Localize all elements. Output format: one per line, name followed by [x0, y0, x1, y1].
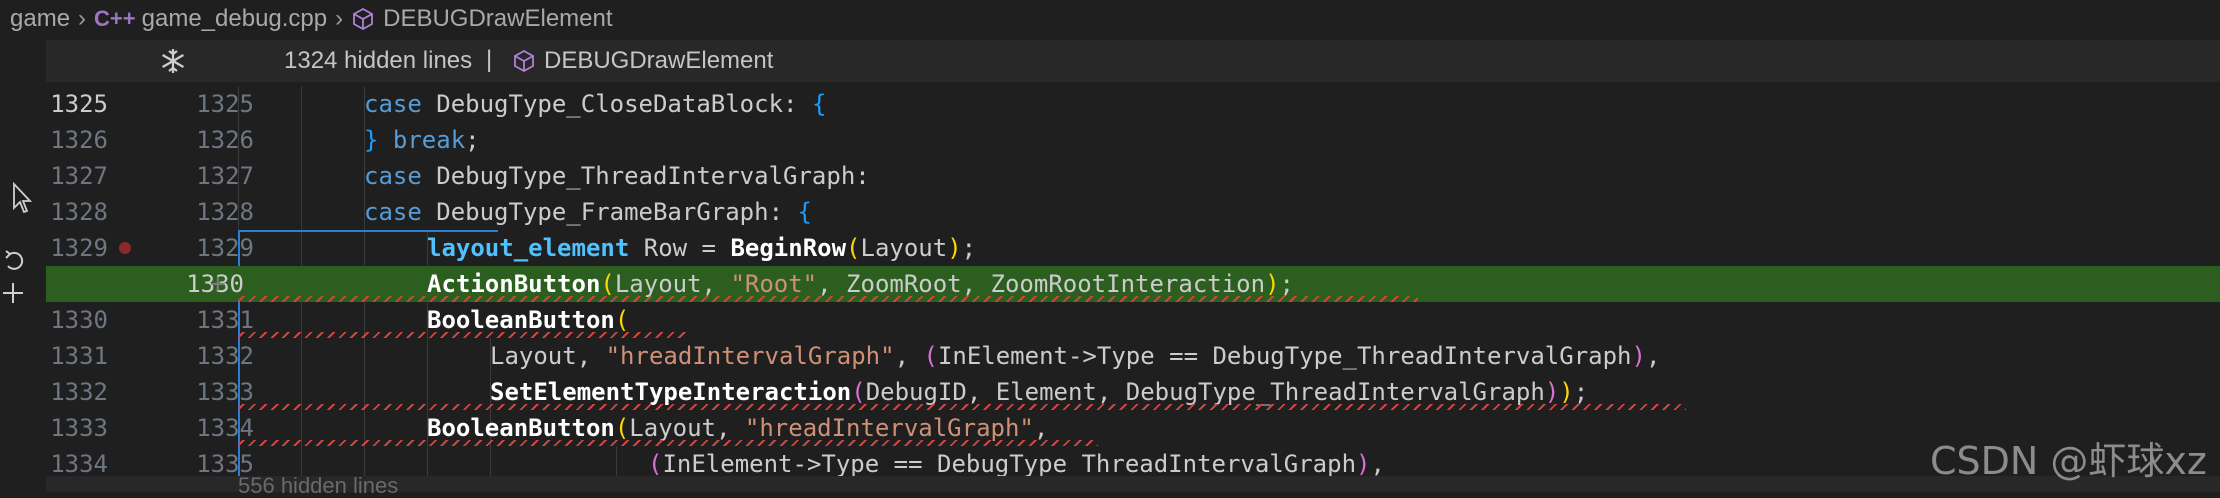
cpp-file-icon: C++ [94, 5, 136, 31]
banner-symbol-label: DEBUGDrawElement [544, 47, 774, 74]
original-line-number: 1330 [50, 306, 108, 334]
breadcrumb-symbol-label: DEBUGDrawElement [383, 4, 613, 32]
original-line-number: 1327 [50, 162, 108, 190]
revert-change-icon[interactable] [2, 248, 28, 274]
banner-separator: | [486, 46, 493, 73]
method-cube-icon [353, 7, 374, 30]
original-line-number: 1326 [50, 126, 108, 154]
modified-line-number: 1330 [186, 270, 244, 298]
breadcrumb-root-label: game [10, 4, 71, 32]
code-text: case DebugType_CloseDataBlock: { [364, 90, 827, 118]
hidden-lines-banner[interactable]: 1324 hidden lines | DEBUGDrawElement [46, 40, 2220, 82]
banner-symbol[interactable]: DEBUGDrawElement [512, 47, 773, 75]
code-line[interactable]: 1327 1327 case DebugType_ThreadIntervalG… [46, 158, 2220, 194]
stage-change-icon[interactable] [0, 280, 26, 306]
code-line[interactable]: 1328 1328 case DebugType_FrameBarGraph: … [46, 194, 2220, 230]
original-line-number: 1328 [50, 198, 108, 226]
chevron-right-icon: › [335, 4, 344, 32]
mouse-cursor-icon [13, 182, 32, 214]
method-cube-icon [514, 49, 534, 73]
added-line-marker: + [210, 269, 226, 299]
diff-editor[interactable]: 1325 1325 case DebugType_CloseDataBlock:… [46, 86, 2220, 478]
code-line[interactable]: 1325 1325 case DebugType_CloseDataBlock:… [46, 86, 2220, 122]
code-text: Layout, "hreadIntervalGraph", (InElement… [490, 342, 1661, 370]
left-activity-strip [0, 86, 46, 492]
code-line[interactable]: 1329 1329 layout_element Row = BeginRow(… [46, 230, 2220, 266]
original-line-number: 1333 [50, 414, 108, 442]
hidden-lines-banner-bottom[interactable]: 556 hidden lines [46, 475, 2220, 497]
hidden-lines-count: 1324 hidden lines [284, 47, 473, 74]
breadcrumb-item-root[interactable]: game [10, 5, 70, 33]
hidden-lines-count-bottom: 556 hidden lines [238, 473, 399, 498]
unfold-icon[interactable] [158, 46, 188, 76]
breadcrumb-item-file[interactable]: C++ game_debug.cpp [94, 5, 327, 33]
original-line-number: 1331 [50, 342, 108, 370]
original-line-number: 1332 [50, 378, 108, 406]
code-text: case DebugType_FrameBarGraph: { [364, 198, 812, 226]
original-line-number: 1325 [50, 90, 108, 118]
code-text: } break; [364, 126, 480, 154]
chevron-right-icon: › [78, 4, 87, 32]
breadcrumb: game › C++ game_debug.cpp › DEBUGDrawEle… [0, 0, 2220, 37]
original-line-number: 1329 [50, 234, 108, 262]
code-text: layout_element Row = BeginRow(Layout); [427, 234, 977, 262]
code-line[interactable]: 1331 1332 Layout, "hreadIntervalGraph", … [46, 338, 2220, 374]
code-text: case DebugType_ThreadIntervalGraph: [364, 162, 870, 190]
breadcrumb-file-label: game_debug.cpp [141, 4, 328, 32]
watermark: CSDN @虾球xz [1930, 439, 2207, 483]
breakpoint-icon[interactable] [119, 242, 131, 254]
breadcrumb-item-symbol[interactable]: DEBUGDrawElement [351, 4, 613, 33]
code-line[interactable]: 1326 1326 } break; [46, 122, 2220, 158]
